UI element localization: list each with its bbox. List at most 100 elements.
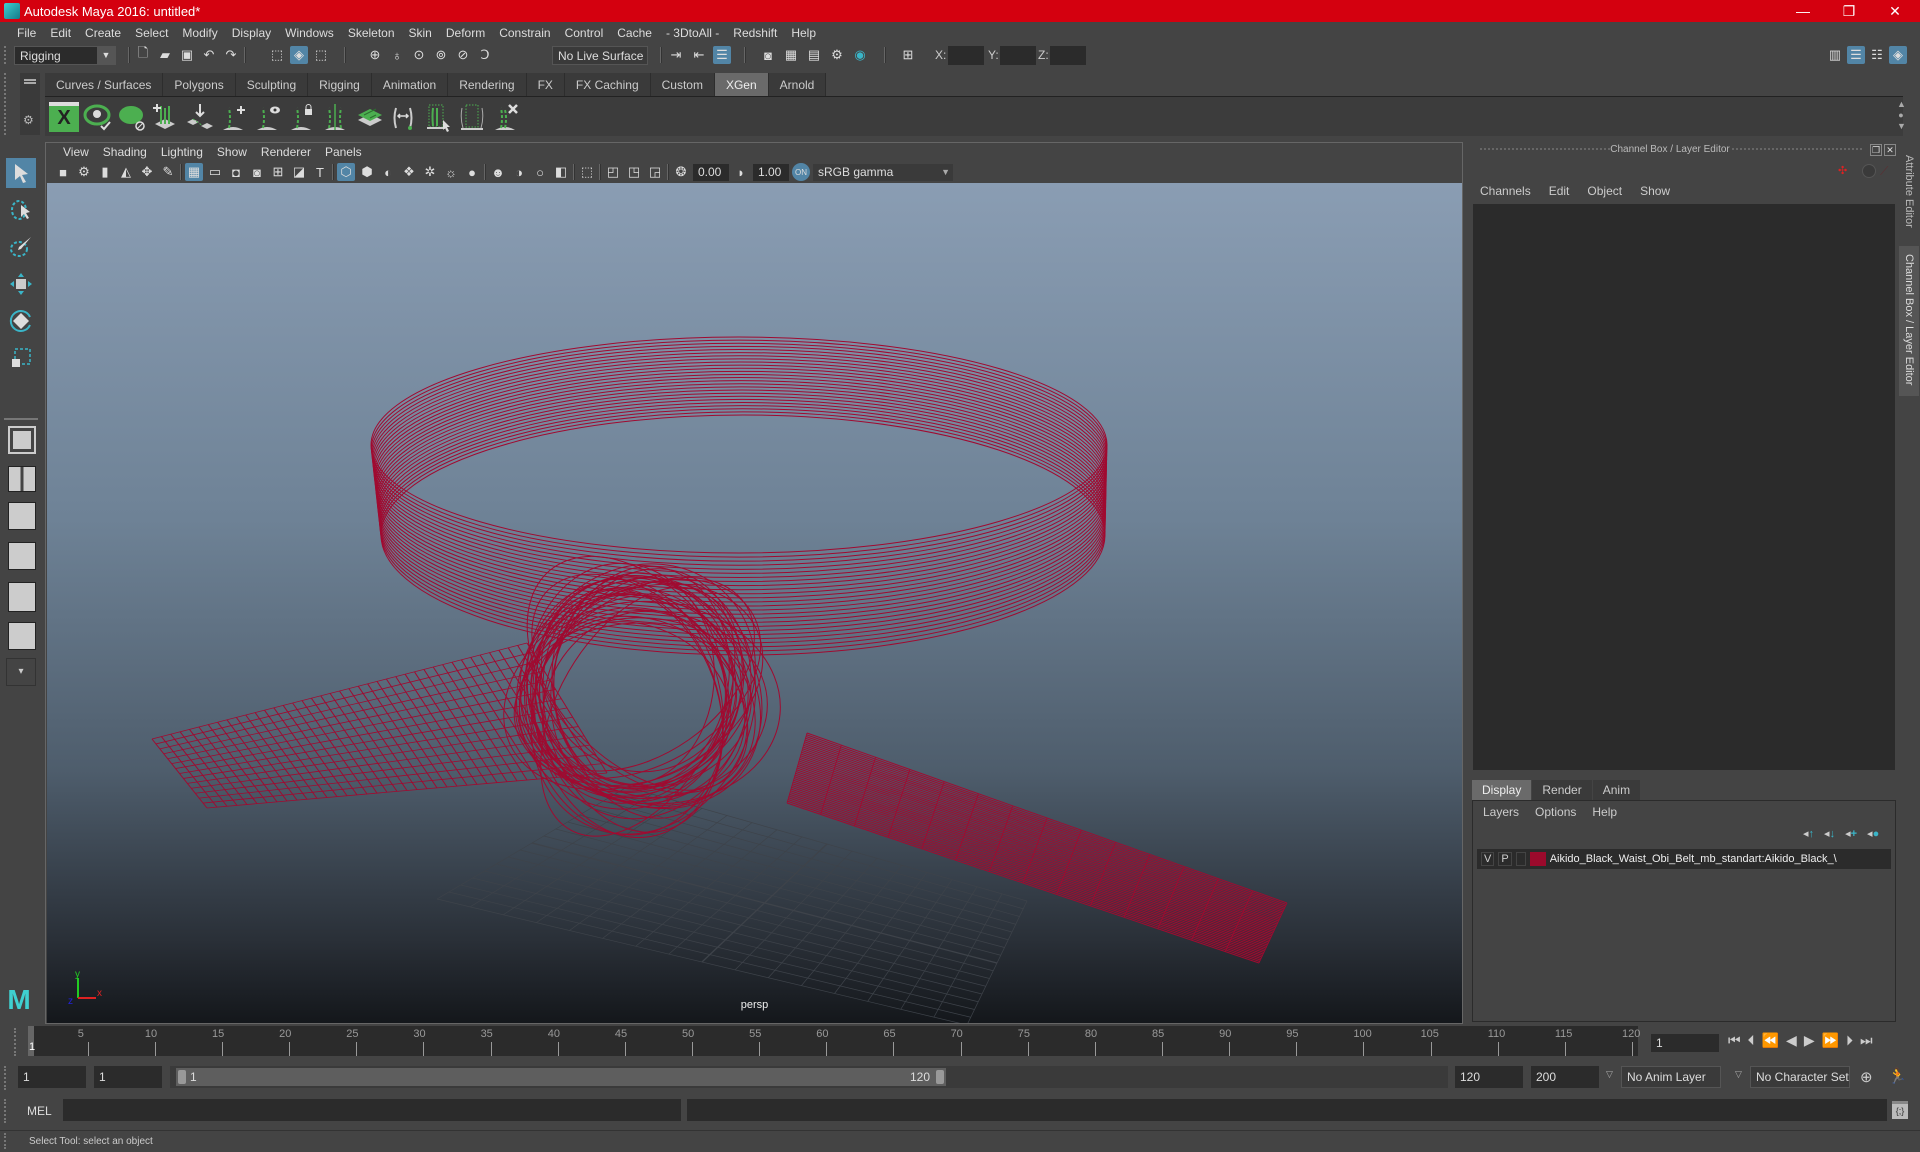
camera-attributes-icon[interactable]: ⚙ [75, 163, 93, 181]
layer-color-swatch[interactable] [1529, 852, 1546, 866]
attribute-editor-toggle-icon[interactable]: ☰ [1847, 46, 1865, 64]
persp-outliner-layout-icon[interactable] [8, 502, 36, 530]
play-backwards-icon[interactable]: ◀ [1786, 1032, 1797, 1049]
shelf-tab-xgen[interactable]: XGen [714, 73, 769, 96]
lasso-tool-icon[interactable] [6, 195, 36, 225]
layer-tab-anim[interactable]: Anim [1592, 780, 1641, 800]
shelf-tab-custom[interactable]: Custom [650, 73, 715, 96]
live-surface-field[interactable]: No Live Surface [552, 46, 648, 65]
xgen-guide-visibility-icon[interactable] [253, 102, 283, 132]
paint-select-tool-icon[interactable] [6, 232, 36, 262]
ambient-occlusion-icon[interactable]: ● [463, 163, 481, 181]
shelf-scroll[interactable]: ▲ ● ▼ [1897, 99, 1906, 132]
render-settings-icon[interactable]: ⚙ [828, 46, 846, 64]
select-object-icon[interactable]: ◈ [290, 46, 308, 64]
xgen-editor-icon[interactable]: X [49, 102, 79, 132]
redo-icon[interactable]: ↷ [222, 46, 240, 64]
menu-select[interactable]: Select [128, 26, 175, 40]
persp-graph-layout-icon[interactable] [8, 542, 36, 570]
menu-skin[interactable]: Skin [402, 26, 439, 40]
drag-handle[interactable] [4, 1099, 8, 1123]
drag-handle[interactable] [14, 1028, 18, 1056]
playback-end-field[interactable]: 120 [1455, 1066, 1523, 1088]
restore-button[interactable]: ❐ [1826, 0, 1872, 22]
resolution-gate-icon[interactable]: ◘ [227, 163, 245, 181]
menuset-dropdown[interactable]: Rigging ▼ [14, 46, 116, 65]
drag-handle[interactable] [4, 46, 8, 64]
snap-grid-icon[interactable]: ⊕ [366, 46, 384, 64]
drag-handle[interactable] [4, 1133, 8, 1149]
wireframe-icon[interactable]: ⬡ [337, 163, 355, 181]
close-panel-icon[interactable]: ✕ [1884, 144, 1896, 156]
chevron-down-icon[interactable]: ▽ [1735, 1069, 1742, 1080]
layer-visibility-toggle[interactable]: V [1481, 852, 1495, 866]
animation-start-field[interactable]: 1 [18, 1066, 86, 1088]
drag-handle[interactable] [4, 1066, 8, 1090]
minimize-button[interactable]: — [1780, 0, 1826, 22]
snap-view-plane-icon[interactable]: ⊘ [454, 46, 472, 64]
range-end-handle[interactable] [936, 1070, 944, 1084]
character-set-dropdown[interactable]: No Character Set [1750, 1066, 1850, 1088]
layer-menu-help[interactable]: Help [1592, 805, 1617, 819]
layer-menu-options[interactable]: Options [1535, 805, 1576, 819]
menu-windows[interactable]: Windows [278, 26, 341, 40]
playback-start-field[interactable]: 1 [94, 1066, 162, 1088]
field-chart-icon[interactable]: ⊞ [269, 163, 287, 181]
open-scene-icon[interactable]: ▰ [156, 46, 174, 64]
gamma-field[interactable]: 1.00 [753, 163, 789, 181]
safe-action-icon[interactable]: ◪ [290, 163, 308, 181]
snap-curve-icon[interactable]: ♁ [388, 46, 406, 64]
viewport-menu-renderer[interactable]: Renderer [254, 145, 318, 159]
z-field[interactable] [1050, 46, 1086, 65]
2d-pan-zoom-icon[interactable]: ✥ [138, 163, 156, 181]
menu-display[interactable]: Display [225, 26, 278, 40]
shelf-tab-sculpting[interactable]: Sculpting [235, 73, 309, 96]
step-back-frame-icon[interactable]: ⏪ [1762, 1032, 1779, 1049]
viewport-menu-lighting[interactable]: Lighting [154, 145, 210, 159]
drag-handle[interactable] [1732, 148, 1862, 151]
xgen-create-description-icon[interactable] [151, 102, 181, 132]
shelf-tab-rendering[interactable]: Rendering [448, 73, 527, 96]
exposure-icon[interactable]: ❂ [672, 163, 690, 181]
menu-skeleton[interactable]: Skeleton [341, 26, 402, 40]
motion-blur-icon[interactable]: ☻ [489, 163, 507, 181]
x-field[interactable] [948, 46, 984, 65]
output-ops-icon[interactable]: ⇤ [690, 46, 708, 64]
chevron-down-icon[interactable]: ▼ [97, 47, 115, 64]
shadows-icon[interactable]: ☼ [442, 163, 460, 181]
save-scene-icon[interactable]: ▣ [178, 46, 196, 64]
anim-layer-dropdown[interactable]: No Anim Layer [1621, 1066, 1721, 1088]
create-empty-layer-icon[interactable]: ◂+ [1845, 827, 1857, 840]
modeling-toolkit-icon[interactable]: ▥ [1826, 46, 1844, 64]
backface-culling-icon[interactable]: ◲ [646, 163, 664, 181]
layer-tab-display[interactable]: Display [1472, 780, 1532, 800]
scale-tool-icon[interactable] [6, 343, 36, 373]
tool-settings-toggle-icon[interactable]: ☷ [1868, 46, 1886, 64]
rotate-tool-icon[interactable] [6, 306, 36, 336]
step-forward-frame-icon[interactable]: ⏩ [1822, 1032, 1839, 1049]
hypershade-persp-layout-icon[interactable] [8, 582, 36, 612]
range-bar[interactable]: 1 120 [176, 1068, 946, 1086]
time-ruler[interactable]: 1 5 10 15 20 25 30 35 40 45 50 55 60 65 70 75 80 85 90 95 1… [28, 1026, 1640, 1056]
film-gate-icon[interactable]: ▭ [206, 163, 224, 181]
xray-icon[interactable]: ◧ [552, 163, 570, 181]
side-tab-attribute-editor[interactable]: Attribute Editor [1899, 147, 1919, 235]
wireframe-on-shaded-icon[interactable]: ◐ [379, 163, 397, 181]
command-language-label[interactable]: MEL [27, 1104, 52, 1118]
depth-of-field-icon[interactable]: ○ [531, 163, 549, 181]
chevron-down-icon[interactable]: ▼ [941, 167, 950, 177]
use-all-lights-icon[interactable]: ✲ [421, 163, 439, 181]
render-sequence-icon[interactable]: ▦ [782, 46, 800, 64]
select-hierarchy-icon[interactable]: ⬚ [268, 46, 286, 64]
xgen-clear-preview-icon[interactable] [117, 102, 147, 132]
script-editor-icon[interactable]: {;} [1892, 1101, 1908, 1119]
snap-projected-icon[interactable]: ⊚ [432, 46, 450, 64]
channel-box-menu-object[interactable]: Object [1587, 184, 1622, 198]
shelf-tab-arnold[interactable]: Arnold [768, 73, 827, 96]
bookmark-icon[interactable]: ▮ [96, 163, 114, 181]
manipulator-icon[interactable]: ✣ [1838, 164, 1847, 177]
exposure-field[interactable]: 0.00 [693, 163, 729, 181]
image-plane-icon[interactable]: ◭ [117, 163, 135, 181]
shelf-tab-fx-caching[interactable]: FX Caching [564, 73, 651, 96]
channel-box-menu-channels[interactable]: Channels [1480, 184, 1531, 198]
